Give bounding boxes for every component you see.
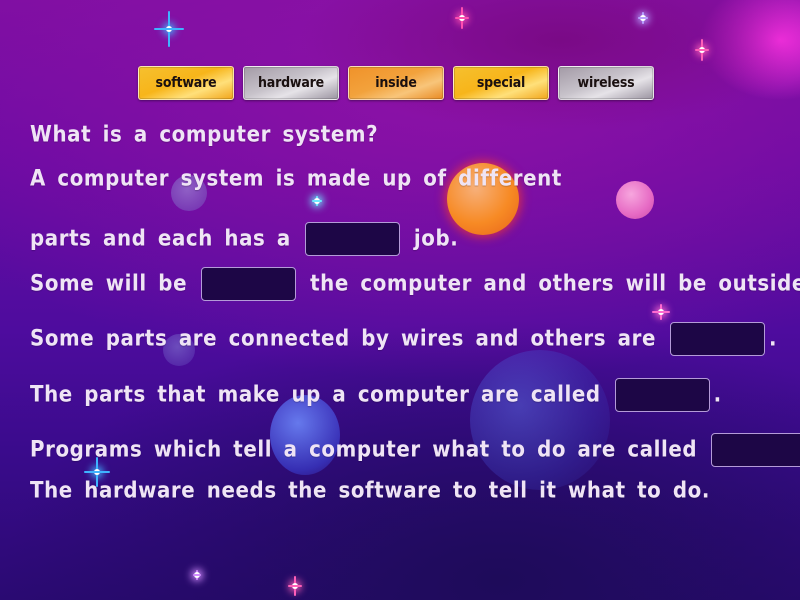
passage-line: A computer system is made up of differen… — [30, 166, 562, 192]
answer-blank-slot[interactable] — [614, 378, 710, 412]
passage-line: Programs which tell a computer what to d… — [30, 433, 800, 467]
sentence-text: The parts that make up a computer are ca… — [30, 382, 601, 408]
sentence-text: Some parts are connected by wires and ot… — [30, 326, 657, 352]
pink-star-icon — [695, 39, 709, 61]
purple-star-icon — [638, 12, 648, 24]
passage-line: What is a computer system? — [30, 122, 378, 148]
passage-line: Some parts are connected by wires and ot… — [30, 322, 777, 356]
sentence-text: A computer system is made up of differen… — [30, 166, 562, 192]
passage-line: The parts that make up a computer are ca… — [30, 378, 722, 412]
sentence-text: . — [713, 382, 722, 408]
word-tile-software[interactable]: software — [138, 66, 234, 100]
word-tile-special[interactable]: special — [453, 66, 549, 100]
cyan-star-icon — [312, 196, 322, 206]
sentence-text: . — [769, 326, 778, 352]
answer-blank-slot[interactable] — [711, 433, 800, 467]
blue-star-icon — [154, 11, 184, 47]
purple-star-icon — [193, 570, 201, 580]
sentence-text: Some will be — [30, 271, 188, 297]
word-bank: software hardware inside special wireless — [138, 66, 654, 100]
large-blue-planet-decoration — [470, 350, 610, 490]
sentence-text: parts and each has a — [30, 226, 291, 252]
pink-star-icon — [288, 576, 302, 596]
sentence-text: job. — [413, 226, 459, 252]
answer-blank-slot[interactable] — [304, 222, 400, 256]
pink-star-icon — [455, 7, 469, 29]
answer-blank-slot[interactable] — [670, 322, 766, 356]
pink-planet-decoration — [616, 181, 654, 219]
word-tile-hardware[interactable]: hardware — [243, 66, 339, 100]
sentence-text: Programs which tell a computer what to d… — [30, 437, 698, 463]
sentence-text: The hardware needs the software to tell … — [30, 478, 710, 504]
word-tile-wireless[interactable]: wireless — [558, 66, 654, 100]
sentence-text: What is a computer system? — [30, 122, 379, 148]
passage-line: The hardware needs the software to tell … — [30, 478, 710, 504]
word-tile-inside[interactable]: inside — [348, 66, 444, 100]
sentence-text: the computer and others will be outside. — [310, 271, 800, 297]
passage-line: Some will be the computer and others will… — [30, 267, 800, 301]
passage-line: parts and each has a job. — [30, 222, 458, 256]
answer-blank-slot[interactable] — [201, 267, 297, 301]
pink-star-icon — [652, 304, 670, 320]
